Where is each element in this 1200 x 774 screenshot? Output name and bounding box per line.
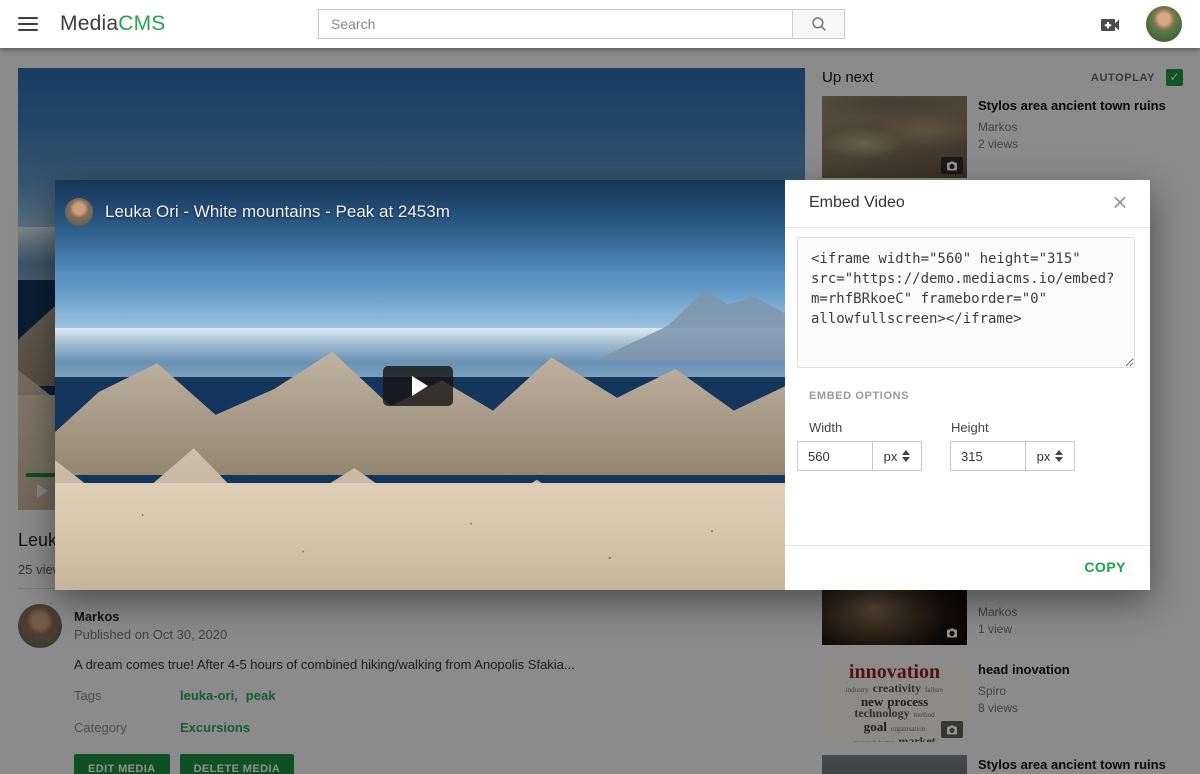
logo[interactable]: MediaCMS: [60, 12, 165, 36]
height-unit-value: px: [1037, 449, 1051, 464]
preview-avatar: [65, 198, 93, 226]
spinner-arrows-icon: [902, 450, 910, 462]
embed-panel-header: Embed Video ×: [785, 180, 1150, 228]
width-field: px: [797, 441, 922, 471]
embed-options-label: EMBED OPTIONS: [809, 390, 909, 402]
close-button[interactable]: ×: [1106, 188, 1134, 216]
search-button[interactable]: [792, 9, 845, 39]
logo-media: Media: [60, 12, 118, 35]
search-bar: [318, 9, 845, 39]
width-unit-value: px: [884, 449, 898, 464]
videocam-plus-icon: [1098, 13, 1122, 37]
preview-top-gradient: [55, 180, 785, 275]
preview-video-title: Leuka Ori - White mountains - Peak at 24…: [105, 202, 450, 222]
user-avatar[interactable]: [1146, 6, 1182, 42]
embed-code-textarea[interactable]: <iframe width="560" height="315" src="ht…: [797, 237, 1135, 368]
modal-title: Embed Video: [809, 194, 905, 212]
logo-cms: CMS: [118, 12, 165, 35]
search-icon: [810, 15, 828, 33]
width-label: Width: [809, 420, 842, 435]
preview-title-overlay: Leuka Ori - White mountains - Peak at 24…: [65, 198, 450, 226]
embed-preview-player[interactable]: Leuka Ori - White mountains - Peak at 24…: [55, 180, 785, 590]
spinner-arrows-icon: [1055, 450, 1063, 462]
search-input[interactable]: [318, 9, 792, 39]
preview-foreground: [55, 483, 785, 590]
height-input[interactable]: [950, 441, 1025, 471]
play-icon: [412, 376, 428, 396]
upload-video-button[interactable]: [1098, 13, 1122, 35]
preview-play-button[interactable]: [383, 366, 453, 406]
height-field: px: [950, 441, 1075, 471]
embed-dialog: Leuka Ori - White mountains - Peak at 24…: [55, 180, 1150, 590]
width-input[interactable]: [797, 441, 872, 471]
height-unit-select[interactable]: px: [1025, 441, 1075, 471]
copy-button[interactable]: COPY: [1084, 559, 1126, 575]
app-header: MediaCMS: [0, 0, 1200, 48]
width-unit-select[interactable]: px: [872, 441, 922, 471]
height-label: Height: [951, 420, 989, 435]
embed-panel: Embed Video × <iframe width="560" height…: [785, 180, 1150, 590]
close-icon: ×: [1112, 187, 1127, 217]
menu-button[interactable]: [18, 17, 38, 31]
embed-panel-footer: COPY: [785, 545, 1150, 590]
